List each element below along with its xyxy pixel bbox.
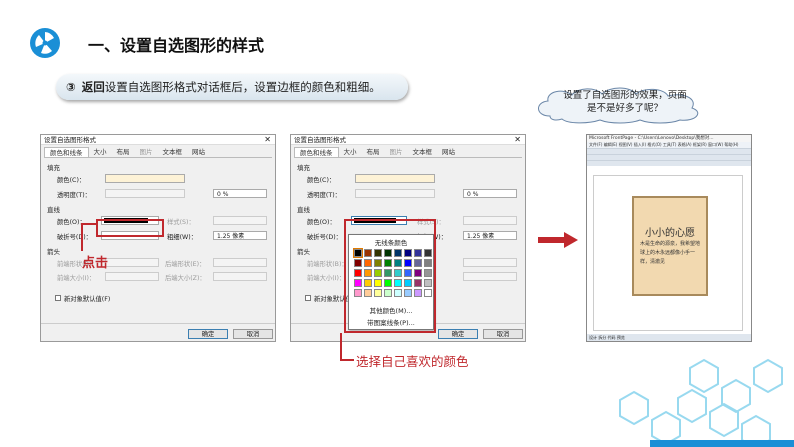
- preview-menu-bar: 文件(F) 编辑(E) 视图(V) 插入(I) 格式(O) 工具(T) 表格(A…: [587, 142, 751, 148]
- right-arrow-icon: [538, 232, 578, 248]
- hexagon-decoration-icon: [619, 358, 794, 447]
- cancel-button[interactable]: 取消: [483, 329, 523, 339]
- fill-section-label: 填充: [47, 164, 60, 172]
- transparency-slider[interactable]: [355, 189, 435, 198]
- close-icon[interactable]: ✕: [264, 135, 271, 145]
- style-dropdown[interactable]: [213, 216, 267, 225]
- line-section-label: 直线: [47, 206, 60, 214]
- tab-web[interactable]: 网站: [187, 147, 210, 157]
- transparency-label: 透明度(T)：: [307, 192, 341, 199]
- dialog-tabs: 颜色和线条 大小 布局 图片 文本框 网站: [44, 147, 272, 158]
- dialog-title: 设置自选图形格式: [294, 136, 346, 144]
- tab-picture[interactable]: 图片: [135, 147, 158, 157]
- default-checkbox[interactable]: [55, 295, 61, 301]
- style-label: 样式(S)：: [167, 219, 195, 226]
- tab-textbox[interactable]: 文本框: [158, 147, 188, 157]
- tab-layout[interactable]: 布局: [112, 147, 135, 157]
- fill-color-dropdown[interactable]: [355, 174, 435, 183]
- begin-size-dropdown[interactable]: [105, 272, 159, 281]
- step-back-word: 返回: [81, 80, 105, 94]
- dialog-title-bar: 设置自选图形格式 ✕: [291, 135, 525, 145]
- end-style-dropdown[interactable]: [213, 258, 267, 267]
- line-section-label: 直线: [297, 206, 310, 214]
- dash-label: 破折号(D)：: [307, 234, 342, 241]
- tab-web[interactable]: 网站: [437, 147, 460, 157]
- tab-colors-lines[interactable]: 颜色和线条: [294, 147, 339, 157]
- end-size-dropdown[interactable]: [463, 272, 517, 281]
- close-icon[interactable]: ✕: [514, 135, 521, 145]
- tab-picture[interactable]: 图片: [385, 147, 408, 157]
- highlight-color-palette: [344, 219, 436, 333]
- fill-color-label: 颜色(C)：: [307, 177, 336, 184]
- dialog-title-bar: 设置自选图形格式 ✕: [41, 135, 275, 145]
- fill-section-label: 填充: [297, 164, 310, 172]
- highlight-line-color: [96, 219, 164, 237]
- dash-label: 破折号(D)：: [57, 234, 92, 241]
- click-annotation: 点击: [82, 256, 109, 271]
- begin-style-dropdown[interactable]: [105, 258, 159, 267]
- end-style-label: 后端形状(E)：: [165, 261, 206, 268]
- ok-button[interactable]: 确定: [188, 329, 228, 339]
- cloud-text: 设置了自选图形的效果，页面是不是好多了呢？: [563, 90, 687, 114]
- logo-icon: [30, 28, 60, 58]
- weight-input[interactable]: 1.25 像素: [463, 231, 517, 240]
- begin-style-label: 前端形状(B)：: [307, 261, 348, 268]
- fill-color-label: 颜色(C)：: [57, 177, 86, 184]
- transparency-label: 透明度(T)：: [57, 192, 91, 199]
- choose-color-annotation: 选择自己喜欢的颜色: [356, 354, 469, 369]
- tab-textbox[interactable]: 文本框: [408, 147, 438, 157]
- transparency-input[interactable]: 0 %: [213, 189, 267, 198]
- line-color-label: 颜色(O)：: [307, 219, 336, 226]
- dialog-tabs: 颜色和线条 大小 布局 图片 文本框 网站: [294, 147, 522, 158]
- transparency-input[interactable]: 0 %: [463, 189, 517, 198]
- tab-colors-lines[interactable]: 颜色和线条: [44, 147, 89, 157]
- end-size-label: 后端大小(Z)：: [165, 275, 206, 282]
- fill-color-dropdown[interactable]: [105, 174, 185, 183]
- weight-input[interactable]: 1.25 像素: [213, 231, 267, 240]
- step-instruction: ③ 返回设置自选图形格式对话框后，设置边框的颜色和粗细。: [56, 74, 408, 100]
- begin-size-label: 前端大小(I)：: [57, 275, 96, 282]
- wish-card: 小小的心愿 木是生命的源泉，我希望地球上的木永远都像小手一样，清澈见: [632, 196, 708, 296]
- arrows-section-label: 箭头: [297, 248, 310, 256]
- end-size-dropdown[interactable]: [213, 272, 267, 281]
- default-checkbox-label: 新对象默认值(F): [64, 296, 111, 303]
- begin-size-label: 前端大小(I)：: [307, 275, 346, 282]
- end-style-dropdown[interactable]: [463, 258, 517, 267]
- dialog-title: 设置自选图形格式: [44, 136, 96, 144]
- cancel-button[interactable]: 取消: [233, 329, 273, 339]
- preview-title-bar: Microsoft FrontPage - C:\Users\Lenovo\De…: [587, 135, 751, 142]
- format-shape-dialog-left: 设置自选图形格式 ✕ 颜色和线条 大小 布局 图片 文本框 网站 填充 颜色(C…: [40, 134, 276, 342]
- ok-button[interactable]: 确定: [438, 329, 478, 339]
- preview-toolbar-3: [587, 160, 751, 166]
- card-body: 木是生命的源泉，我希望地球上的木永远都像小手一样，清澈见: [640, 241, 701, 265]
- tab-layout[interactable]: 布局: [362, 147, 385, 157]
- arrows-section-label: 箭头: [47, 248, 60, 256]
- transparency-slider[interactable]: [105, 189, 185, 198]
- tab-size[interactable]: 大小: [89, 147, 112, 157]
- weight-label: 粗细(W)：: [167, 234, 198, 241]
- card-title: 小小的心愿: [645, 228, 695, 239]
- style-dropdown[interactable]: [463, 216, 517, 225]
- step-text: 设置自选图形格式对话框后，设置边框的颜色和粗细。: [104, 80, 381, 94]
- page-title: 一、设置自选图形的样式: [88, 36, 265, 55]
- default-checkbox[interactable]: [305, 295, 311, 301]
- tab-size[interactable]: 大小: [339, 147, 362, 157]
- step-number: ③: [66, 80, 76, 94]
